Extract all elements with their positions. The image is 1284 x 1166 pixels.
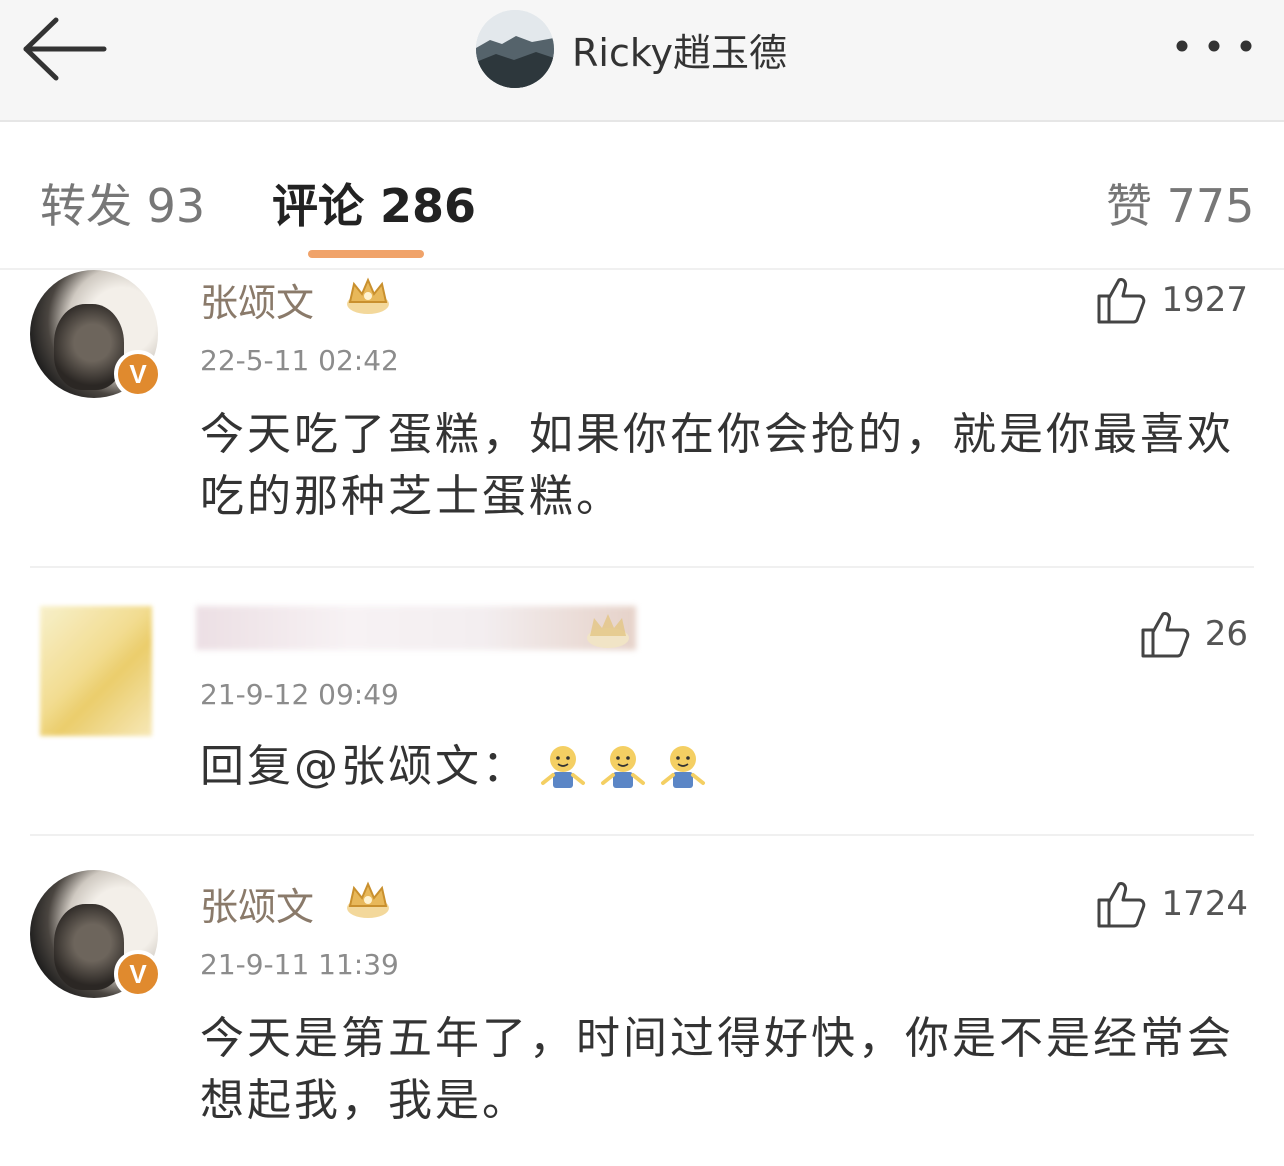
thumbs-up-icon (1097, 278, 1146, 324)
tab-repost[interactable]: 转发 93 (40, 170, 205, 236)
verified-badge-icon: V (114, 350, 162, 398)
person-emoji-icon (541, 746, 585, 788)
top-bar: Ricky趙玉德 (0, 0, 1284, 122)
landscape-avatar-image (476, 10, 554, 88)
comment-text: 今天是第五年了，时间过得好快，你是不是经常会想起我，我是。 (200, 1013, 1234, 1126)
comment-text: 回复@张颂文： (200, 741, 529, 792)
active-tab-indicator (308, 250, 424, 258)
like-count: 1927 (1161, 280, 1248, 320)
arrow-left-icon (23, 17, 107, 81)
crown-badge-icon (347, 277, 389, 314)
like-button[interactable]: 26 (1139, 604, 1248, 664)
comment-time: 22-5-11 02:42 (200, 344, 399, 377)
avatar[interactable]: V (30, 870, 162, 998)
comment-username[interactable]: 张颂文 (200, 876, 314, 931)
divider (30, 834, 1254, 836)
like-count: 1724 (1161, 884, 1248, 924)
comment-text: 今天吃了蛋糕，如果你在你会抢的，就是你最喜欢吃的那种芝士蛋糕。 (200, 409, 1234, 522)
tab-comments[interactable]: 评论 286 (272, 170, 476, 236)
thumbs-up-icon (1097, 882, 1146, 928)
crown-badge-icon (347, 881, 389, 918)
comment-time: 21-9-11 11:39 (200, 948, 399, 981)
more-button[interactable] (1166, 28, 1262, 64)
avatar[interactable] (40, 606, 152, 736)
profile-avatar[interactable] (476, 10, 554, 88)
divider (30, 566, 1254, 568)
crown-badge-icon (587, 614, 629, 648)
like-button[interactable]: 1724 (1095, 874, 1248, 934)
person-emoji-icon (601, 746, 645, 788)
like-button[interactable]: 1927 (1095, 270, 1248, 330)
verified-badge-icon: V (114, 950, 162, 998)
comment-time: 21-9-12 09:49 (200, 678, 399, 711)
tab-bar: 转发 93 评论 286 赞 775 (0, 122, 1284, 270)
comment-username[interactable] (196, 606, 636, 650)
like-count: 26 (1204, 614, 1248, 654)
page-title: Ricky趙玉德 (572, 30, 787, 75)
profile-title[interactable]: Ricky趙玉德 (476, 8, 787, 90)
thumbs-up-icon (1141, 612, 1190, 658)
more-dots-icon (1176, 40, 1252, 52)
tab-likes[interactable]: 赞 775 (1106, 170, 1254, 236)
back-button[interactable] (18, 14, 110, 84)
comment-body: 回复@张颂文： (200, 736, 1240, 798)
comment-username[interactable]: 张颂文 (200, 272, 314, 327)
avatar[interactable]: V (30, 270, 162, 398)
person-emoji-icon (661, 746, 705, 788)
